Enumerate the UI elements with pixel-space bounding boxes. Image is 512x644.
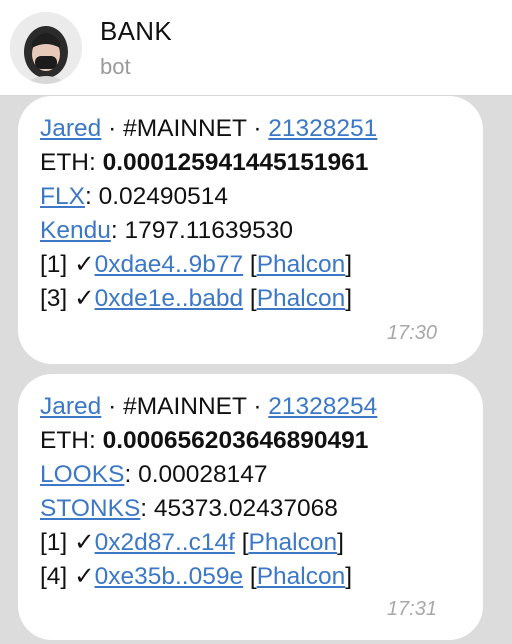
- token-link[interactable]: FLX: [40, 183, 85, 210]
- chat-title: BANK: [100, 16, 173, 46]
- token-amount: 0.00028147: [138, 461, 268, 488]
- eth-value: 0.000125941445151961: [102, 149, 369, 176]
- tx-hash-link[interactable]: 0xde1e..babd: [95, 285, 244, 312]
- check-icon: ✓: [74, 285, 95, 312]
- tx-line: [1] ✓0x2d87..c14f [Phalcon]: [40, 529, 344, 556]
- phalcon-link[interactable]: Phalcon: [257, 285, 346, 312]
- token-amount: 45373.02437068: [153, 495, 338, 522]
- tx-index: [1]: [40, 529, 68, 556]
- tx-hash-link[interactable]: 0xe35b..059e: [95, 563, 244, 590]
- tx-hash-link[interactable]: 0x2d87..c14f: [95, 529, 235, 556]
- token-line: Kendu: 1797.11639530: [40, 217, 293, 244]
- tx-line: [4] ✓0xe35b..059e [Phalcon]: [40, 563, 353, 590]
- chat-header: BANK bot: [0, 0, 512, 96]
- user-link[interactable]: Jared: [40, 115, 101, 142]
- token-line: STONKS: 45373.02437068: [40, 495, 338, 522]
- eth-line: ETH: 0.000125941445151961: [40, 146, 461, 180]
- tx-index: [1]: [40, 251, 68, 278]
- tx-hash-link[interactable]: 0xdae4..9b77: [95, 251, 244, 278]
- eth-label: ETH:: [40, 427, 96, 454]
- user-link[interactable]: Jared: [40, 393, 101, 420]
- check-icon: ✓: [74, 251, 95, 278]
- message-header-line: Jared · #MAINNET · 21328251: [40, 115, 378, 142]
- token-amount: 0.02490514: [98, 183, 229, 210]
- block-link[interactable]: 21328251: [268, 115, 377, 142]
- phalcon-link[interactable]: Phalcon: [257, 563, 346, 590]
- check-icon: ✓: [74, 529, 95, 556]
- message-bubble: Jared · #MAINNET · 21328251 ETH: 0.00012…: [18, 96, 483, 364]
- message-timestamp: 17:30: [386, 322, 437, 344]
- token-amount: 1797.11639530: [124, 217, 293, 244]
- network-tag: #MAINNET: [123, 115, 247, 142]
- eth-line: ETH: 0.000656203646890491: [40, 424, 461, 458]
- check-icon: ✓: [74, 563, 95, 590]
- phalcon-link[interactable]: Phalcon: [249, 529, 338, 556]
- message-timestamp: 17:31: [386, 598, 437, 620]
- avatar[interactable]: [10, 12, 82, 84]
- token-link[interactable]: Kendu: [40, 217, 111, 244]
- chat-subtitle: bot: [100, 54, 131, 79]
- token-line: FLX: 0.02490514: [40, 183, 229, 210]
- phalcon-link[interactable]: Phalcon: [257, 251, 346, 278]
- avatar-image-icon: [10, 12, 82, 84]
- eth-value: 0.000656203646890491: [102, 427, 369, 454]
- token-line: LOOKS: 0.00028147: [40, 461, 268, 488]
- block-link[interactable]: 21328254: [268, 393, 377, 420]
- network-tag: #MAINNET: [123, 393, 247, 420]
- message-bubble: Jared · #MAINNET · 21328254 ETH: 0.00065…: [18, 374, 483, 640]
- tx-index: [3]: [40, 285, 68, 312]
- tx-line: [1] ✓0xdae4..9b77 [Phalcon]: [40, 251, 353, 278]
- tx-line: [3] ✓0xde1e..babd [Phalcon]: [40, 285, 353, 312]
- message-header-line: Jared · #MAINNET · 21328254: [40, 393, 378, 420]
- tx-index: [4]: [40, 563, 68, 590]
- token-link[interactable]: STONKS: [40, 495, 140, 522]
- token-link[interactable]: LOOKS: [40, 461, 124, 488]
- eth-label: ETH:: [40, 149, 96, 176]
